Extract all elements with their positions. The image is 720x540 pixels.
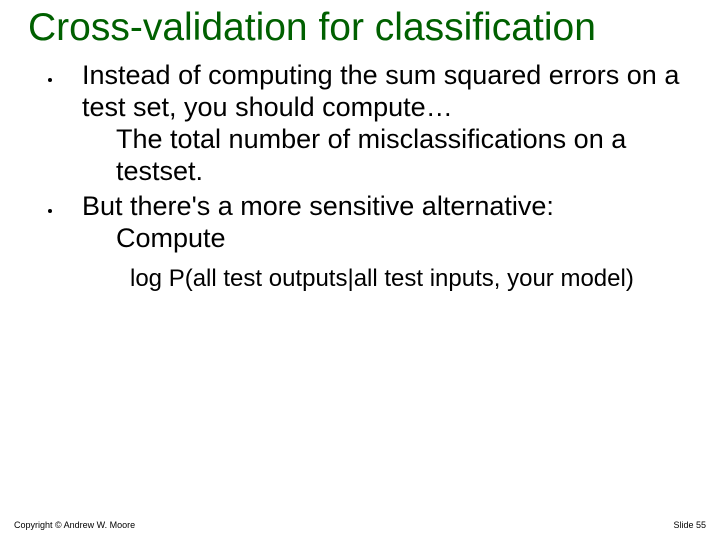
bullet-icon xyxy=(48,209,52,213)
formula-text: log P(all test outputs|all test inputs, … xyxy=(48,265,690,293)
footer-slide-number: Slide 55 xyxy=(673,520,706,530)
bullet-sub: The total number of misclassifications o… xyxy=(82,124,690,188)
slide-title: Cross-validation for classification xyxy=(0,0,720,50)
bullet-text: But there's a more sensitive alternative… xyxy=(82,191,690,255)
bullet-text: Instead of computing the sum squared err… xyxy=(82,60,690,187)
bullet-sub: Compute xyxy=(82,223,690,255)
bullet-item: Instead of computing the sum squared err… xyxy=(48,60,690,187)
bullet-main: But there's a more sensitive alternative… xyxy=(82,191,554,221)
slide: Cross-validation for classification Inst… xyxy=(0,0,720,540)
slide-body: Instead of computing the sum squared err… xyxy=(0,50,720,293)
bullet-icon xyxy=(48,78,52,82)
footer-copyright: Copyright © Andrew W. Moore xyxy=(14,520,135,530)
bullet-item: But there's a more sensitive alternative… xyxy=(48,191,690,255)
bullet-main: Instead of computing the sum squared err… xyxy=(82,60,679,122)
